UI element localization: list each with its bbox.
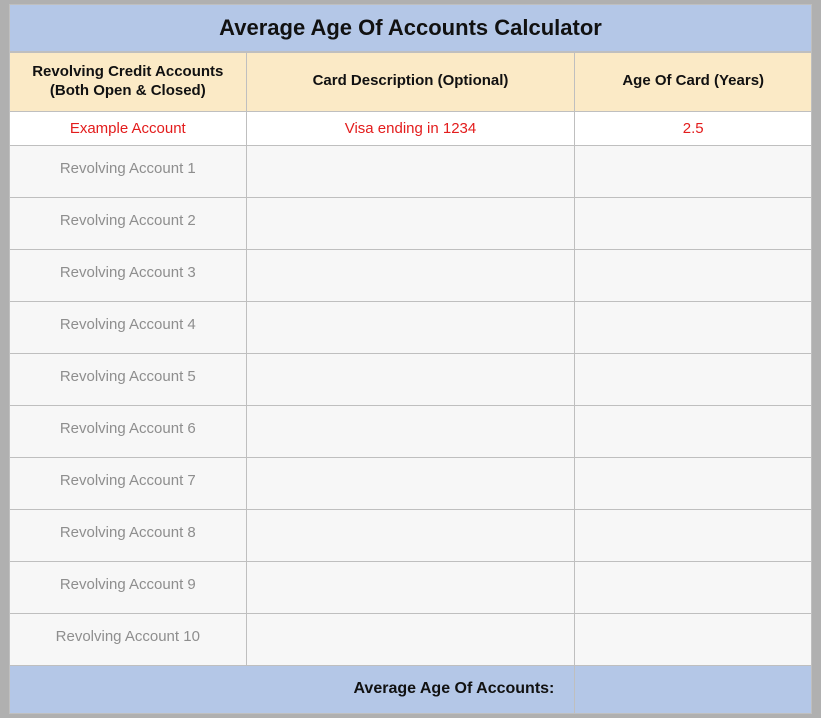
account-age-input[interactable] — [575, 146, 811, 197]
table-row — [10, 145, 812, 197]
header-description: Card Description (Optional) — [246, 53, 575, 112]
account-age-cell — [575, 249, 812, 301]
summary-label: Average Age Of Accounts: — [10, 665, 575, 713]
account-age-input[interactable] — [575, 198, 811, 249]
account-age-cell — [575, 301, 812, 353]
account-age-cell — [575, 405, 812, 457]
account-name-input[interactable] — [10, 406, 246, 457]
header-age: Age Of Card (Years) — [575, 53, 812, 112]
header-accounts-line1: Revolving Credit Accounts — [32, 63, 223, 80]
account-name-input[interactable] — [10, 354, 246, 405]
account-name-input[interactable] — [10, 302, 246, 353]
account-name-cell — [10, 561, 247, 613]
account-age-input[interactable] — [575, 354, 811, 405]
account-age-cell — [575, 509, 812, 561]
header-accounts: Revolving Credit Accounts (Both Open & C… — [10, 53, 247, 112]
account-description-input[interactable] — [247, 562, 575, 613]
account-age-input[interactable] — [575, 406, 811, 457]
account-name-cell — [10, 249, 247, 301]
account-name-cell — [10, 613, 247, 665]
account-age-cell — [575, 613, 812, 665]
table-row — [10, 561, 812, 613]
account-age-input[interactable] — [575, 302, 811, 353]
accounts-table: Revolving Credit Accounts (Both Open & C… — [9, 52, 812, 714]
account-description-cell — [246, 249, 575, 301]
account-age-cell — [575, 561, 812, 613]
account-age-input[interactable] — [575, 562, 811, 613]
account-age-cell — [575, 145, 812, 197]
account-description-cell — [246, 353, 575, 405]
account-description-cell — [246, 301, 575, 353]
account-description-input[interactable] — [247, 354, 575, 405]
account-description-input[interactable] — [247, 614, 575, 665]
table-row — [10, 353, 812, 405]
account-description-input[interactable] — [247, 510, 575, 561]
header-accounts-line2: (Both Open & Closed) — [50, 82, 206, 99]
account-description-input[interactable] — [247, 198, 575, 249]
account-description-cell — [246, 561, 575, 613]
account-name-input[interactable] — [10, 510, 246, 561]
summary-row: Average Age Of Accounts: — [10, 665, 812, 713]
account-name-input[interactable] — [10, 614, 246, 665]
account-name-cell — [10, 353, 247, 405]
example-row: Example Account Visa ending in 1234 2.5 — [10, 111, 812, 145]
account-name-cell — [10, 197, 247, 249]
account-name-cell — [10, 145, 247, 197]
example-age: 2.5 — [575, 111, 812, 145]
table-row — [10, 197, 812, 249]
table-row — [10, 509, 812, 561]
account-description-cell — [246, 457, 575, 509]
account-name-cell — [10, 457, 247, 509]
account-name-input[interactable] — [10, 458, 246, 509]
example-description: Visa ending in 1234 — [246, 111, 575, 145]
account-description-input[interactable] — [247, 250, 575, 301]
account-name-cell — [10, 405, 247, 457]
account-description-cell — [246, 145, 575, 197]
account-description-cell — [246, 509, 575, 561]
account-description-input[interactable] — [247, 406, 575, 457]
account-age-cell — [575, 353, 812, 405]
account-age-input[interactable] — [575, 250, 811, 301]
account-description-input[interactable] — [247, 302, 575, 353]
summary-value — [575, 665, 812, 713]
account-description-input[interactable] — [247, 458, 575, 509]
table-row — [10, 301, 812, 353]
account-age-cell — [575, 457, 812, 509]
account-age-cell — [575, 197, 812, 249]
account-name-input[interactable] — [10, 250, 246, 301]
account-name-cell — [10, 301, 247, 353]
account-description-cell — [246, 197, 575, 249]
account-description-input[interactable] — [247, 146, 575, 197]
account-description-cell — [246, 405, 575, 457]
account-name-input[interactable] — [10, 198, 246, 249]
table-header-row: Revolving Credit Accounts (Both Open & C… — [10, 53, 812, 112]
account-age-input[interactable] — [575, 458, 811, 509]
table-row — [10, 249, 812, 301]
example-account: Example Account — [10, 111, 247, 145]
account-age-input[interactable] — [575, 510, 811, 561]
table-row — [10, 405, 812, 457]
calculator-container: Average Age Of Accounts Calculator Revol… — [9, 4, 812, 714]
table-row — [10, 613, 812, 665]
account-description-cell — [246, 613, 575, 665]
table-row — [10, 457, 812, 509]
account-age-input[interactable] — [575, 614, 811, 665]
calculator-title: Average Age Of Accounts Calculator — [9, 4, 812, 52]
account-name-input[interactable] — [10, 562, 246, 613]
account-name-input[interactable] — [10, 146, 246, 197]
account-name-cell — [10, 509, 247, 561]
